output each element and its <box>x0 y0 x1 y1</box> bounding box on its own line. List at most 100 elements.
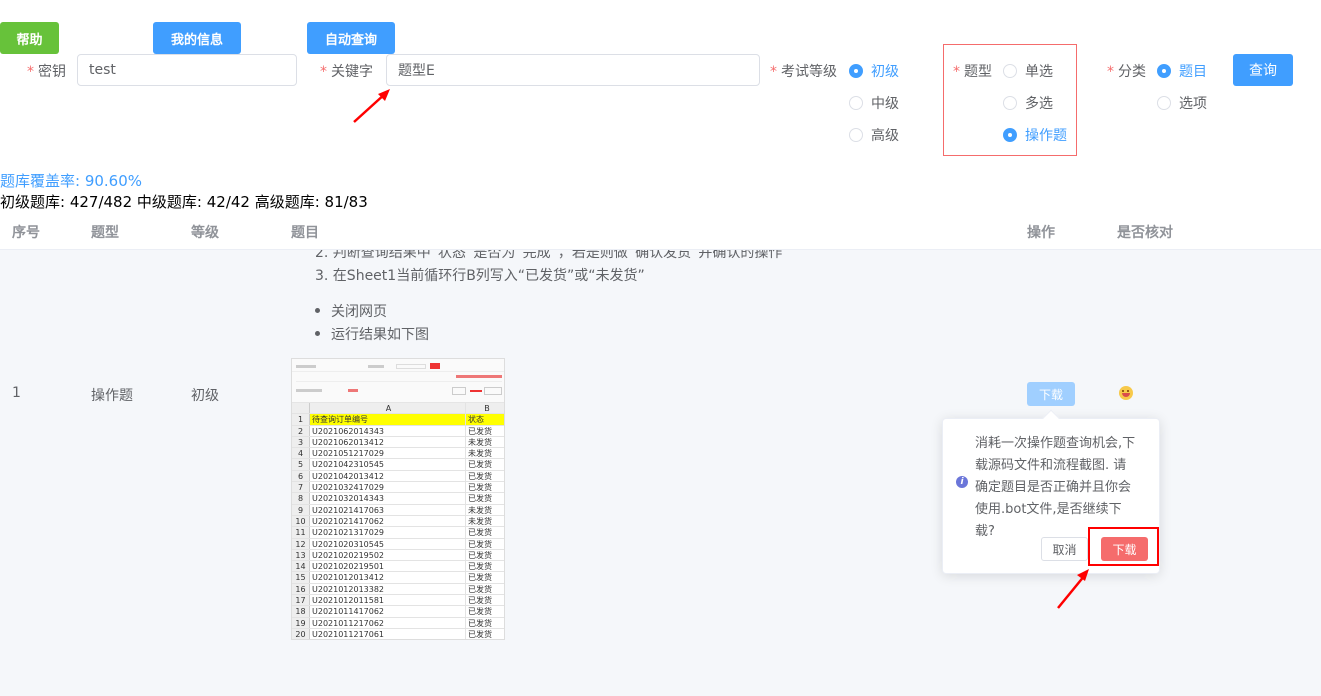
key-label: * 密钥 <box>27 64 66 80</box>
sheet-row-number: 3 <box>292 436 310 448</box>
help-button[interactable]: 帮助 <box>0 22 59 54</box>
popover-message-line: 载源码文件和流程截图. 请 <box>975 458 1127 473</box>
keyword-input[interactable]: 题型E <box>386 54 760 86</box>
sheet-cell-b: 已发货 <box>468 618 492 628</box>
sheet-cell-a: U2021051217029 <box>310 448 466 459</box>
sheet-cell-a: U2021032014343 <box>310 493 466 504</box>
sheet-row: 18 U2021011417062 已发货 <box>292 606 504 618</box>
sheet-row: 3 U2021062013412 未发货 <box>292 436 504 449</box>
sheet-cell-a: U2021012011581 <box>310 595 466 606</box>
sheet-row-number: 13 <box>292 549 310 561</box>
level-radio-junior[interactable]: 初级 <box>849 61 899 81</box>
sheet-row-number: 18 <box>292 606 310 617</box>
sheet-row: 16 U2021012013382 已发货 <box>292 583 504 596</box>
radio-unchecked-icon <box>849 96 863 110</box>
sheet-cell-b: 已发货 <box>468 426 492 436</box>
radio-unchecked-icon <box>1003 64 1017 78</box>
sheet-row: 10 U2021021417062 未发货 <box>292 515 504 528</box>
type-label: * 题型 <box>953 64 992 80</box>
sheet-row: 4 U2021051217029 未发货 <box>292 448 504 460</box>
type-radio-single[interactable]: 单选 <box>1003 61 1053 81</box>
sheet-row: 9 U2021021417063 未发货 <box>292 504 504 516</box>
sheet-row: 15 U2021012013412 已发货 <box>292 572 504 584</box>
category-label: * 分类 <box>1107 64 1146 80</box>
sheet-row: 5 U2021042310545 已发货 <box>292 459 504 471</box>
header-level: 等级 <box>191 225 219 241</box>
row-index: 1 <box>12 385 21 401</box>
sheet-cell-b: 已发货 <box>468 573 492 583</box>
my-info-button[interactable]: 我的信息 <box>153 22 241 54</box>
sheet-row: 12 U2021020310545 已发货 <box>292 538 504 550</box>
sheet-row: 6 U2021042013412 已发货 <box>292 470 504 483</box>
sheet-column-header: AB <box>292 403 504 415</box>
popover-cancel-button[interactable]: 取消 <box>1041 537 1088 561</box>
sheet-row: 1 待查询订单编号 状态 <box>292 414 504 426</box>
sheet-cell-b: 已发货 <box>468 584 492 594</box>
info-icon: i <box>956 476 968 488</box>
sheet-cell-a: U2021062013412 <box>310 436 466 448</box>
annotation-arrow-icon <box>353 89 390 123</box>
sheet-cell-b: 已发货 <box>468 562 492 572</box>
question-bullet: 运行结果如下图 <box>331 327 429 343</box>
sheet-cell-a: U2021011217062 <box>310 617 466 628</box>
auto-query-button[interactable]: 自动查询 <box>307 22 395 54</box>
sheet-row-number: 6 <box>292 470 310 482</box>
sheet-row: 19 U2021011217062 已发货 <box>292 617 504 629</box>
bullet-dot-icon <box>315 331 320 336</box>
sheet-row-number: 2 <box>292 425 310 436</box>
sheet-cell-a: U2021011417062 <box>310 606 466 617</box>
sheet-row-number: 9 <box>292 504 310 515</box>
sheet-cell-a: A <box>310 403 466 414</box>
sheet-row-number: 15 <box>292 572 310 583</box>
verified-smile-icon <box>1119 386 1133 400</box>
sheet-cell-b: 已发货 <box>468 550 492 560</box>
header-verified: 是否核对 <box>1117 225 1173 241</box>
table-header: 序号 题型 等级 题目 操作 是否核对 <box>0 218 1321 250</box>
radio-checked-icon <box>849 64 863 78</box>
sheet-row-number: 16 <box>292 583 310 595</box>
category-radio-question[interactable]: 题目 <box>1157 61 1207 81</box>
keyword-label: * 关键字 <box>320 64 373 80</box>
sheet-row-number: 14 <box>292 561 310 572</box>
type-radio-operation[interactable]: 操作题 <box>1003 125 1067 145</box>
sheet-row-number: 20 <box>292 628 310 639</box>
sheet-row-number: 1 <box>292 414 310 425</box>
bank-detail-text: 初级题库: 427/482 中级题库: 42/42 高级题库: 81/83 <box>0 193 368 211</box>
download-button[interactable]: 下载 <box>1027 382 1075 406</box>
sheet-cell-b: 已发货 <box>468 494 492 504</box>
sheet-row: 11 U2021021317029 已发货 <box>292 527 504 539</box>
key-input[interactable]: test <box>77 54 297 86</box>
radio-unchecked-icon <box>849 128 863 142</box>
screenshot-browser-strip <box>292 359 504 403</box>
sheet-row: 17 U2021012011581 已发货 <box>292 595 504 607</box>
sheet-cell-b: 已发货 <box>468 483 492 493</box>
sheet-cell-a: U2021020310545 <box>310 538 466 549</box>
sheet-cell-b: 未发货 <box>468 505 492 515</box>
level-radio-senior[interactable]: 高级 <box>849 125 899 145</box>
bullet-dot-icon <box>315 308 320 313</box>
level-label: * 考试等级 <box>770 64 837 80</box>
sheet-cell-a: U2021021417062 <box>310 515 466 527</box>
sheet-row-number: 8 <box>292 493 310 504</box>
sheet-row: 13 U2021020219502 已发货 <box>292 549 504 562</box>
annotation-arrow-icon <box>1057 569 1089 609</box>
type-radio-multi[interactable]: 多选 <box>1003 93 1053 113</box>
sheet-cell-b: 已发货 <box>468 629 492 639</box>
sheet-row-number: 19 <box>292 617 310 628</box>
level-radio-middle[interactable]: 中级 <box>849 93 899 113</box>
popover-message-line: 确定题目是否正确并且你会 <box>975 480 1132 495</box>
radio-checked-icon <box>1003 128 1017 142</box>
sheet-cell-b: 未发货 <box>468 437 492 447</box>
popover-message-line: 消耗一次操作题查询机会,下 <box>975 436 1136 451</box>
sheet-row: 2 U2021062014343 已发货 <box>292 425 504 437</box>
sheet-cell-a: U2021020219502 <box>310 549 466 561</box>
category-radio-option[interactable]: 选项 <box>1157 93 1207 113</box>
sheet-row-number <box>292 403 310 414</box>
sheet-row: 14 U2021020219501 已发货 <box>292 561 504 573</box>
sheet-cell-b: 未发货 <box>468 516 492 526</box>
query-button[interactable]: 查询 <box>1233 54 1293 86</box>
sheet-cell-a: U2021011217061 <box>310 628 466 639</box>
sheet-grid: A B 1 待查询订单编号 状态 2 U2021062014343 已发货 3 U20210620… <box>292 403 504 639</box>
row-level: 初级 <box>191 388 219 404</box>
sheet-row: 8 U2021032014343 已发货 <box>292 493 504 505</box>
